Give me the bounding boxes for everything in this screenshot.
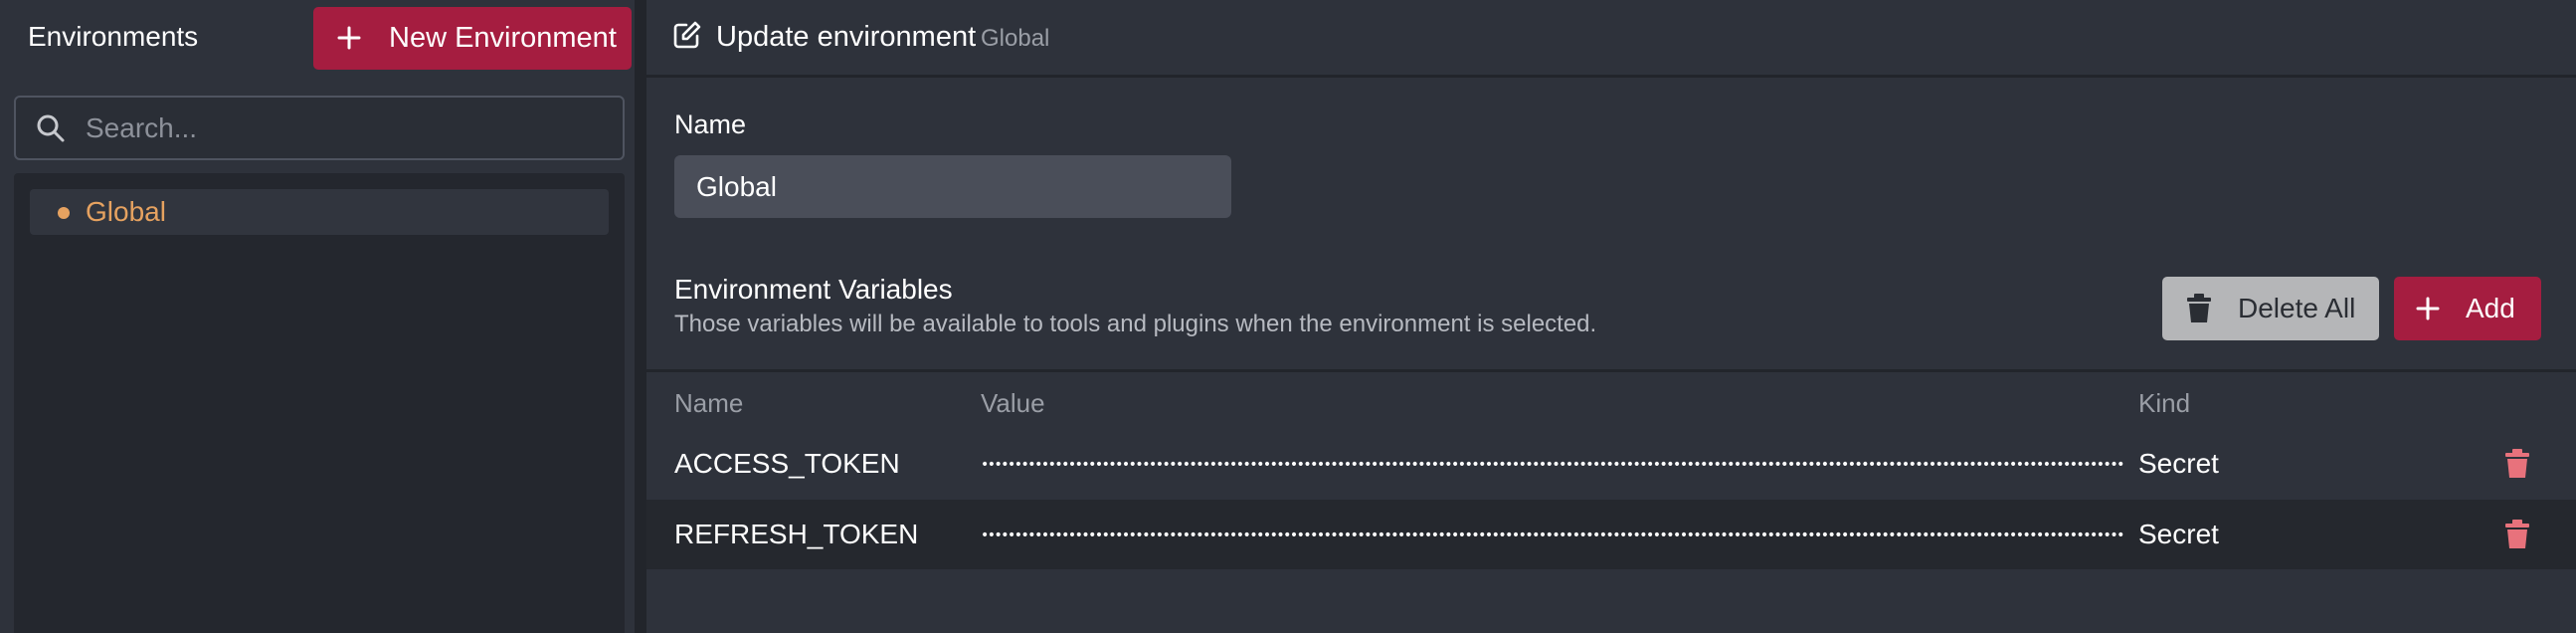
variable-name: ACCESS_TOKEN (674, 448, 900, 479)
main-header: Update environment Global (646, 0, 2576, 78)
variable-value-masked[interactable]: ••••••••••••••••••••••••••••••••••••••••… (981, 522, 2124, 549)
environment-item-label: Global (86, 196, 166, 227)
search-input[interactable] (86, 107, 603, 149)
page-subtitle: Global (981, 25, 1050, 52)
search-icon (37, 114, 65, 142)
variables-description: Those variables will be available to too… (674, 311, 1597, 337)
sidebar-title: Environments (28, 21, 199, 52)
column-header-value: Value (981, 388, 1045, 418)
delete-row-trash-icon[interactable] (2504, 449, 2530, 479)
column-header-name: Name (674, 388, 744, 418)
sidebar: Environments New Environment Global (0, 0, 635, 633)
table-header: Name Value Kind (646, 369, 2576, 429)
plus-icon (337, 26, 361, 50)
new-environment-button[interactable]: New Environment (313, 7, 632, 70)
variable-value-masked[interactable]: ••••••••••••••••••••••••••••••••••••••••… (981, 451, 2124, 479)
delete-all-label: Delete All (2238, 293, 2356, 323)
name-label: Name (674, 109, 747, 139)
table-row[interactable]: ACCESS_TOKEN •••••••••••••••••••••••••••… (646, 429, 2576, 499)
trash-icon (2187, 294, 2211, 322)
variable-name: REFRESH_TOKEN (674, 519, 919, 549)
page-title: Update environment (716, 21, 977, 53)
variables-title: Environment Variables (674, 274, 953, 305)
app-window: Environments New Environment Global (0, 0, 2576, 633)
add-variable-label: Add (2466, 293, 2515, 323)
environment-list: Global (14, 173, 625, 633)
edit-icon (673, 21, 701, 49)
column-header-kind: Kind (2138, 388, 2191, 418)
environment-name-input[interactable] (674, 155, 1231, 218)
main-panel: Update environment Global Name Environme… (646, 0, 2576, 633)
variable-kind[interactable]: Secret (2138, 447, 2219, 481)
environment-item-global[interactable]: Global (30, 189, 609, 235)
add-variable-button[interactable]: Add (2394, 277, 2541, 340)
new-environment-label: New Environment (389, 22, 617, 54)
delete-row-trash-icon[interactable] (2504, 520, 2530, 549)
plus-icon (2416, 297, 2440, 320)
environment-color-dot (58, 207, 70, 219)
delete-all-button[interactable]: Delete All (2162, 277, 2379, 340)
panel-divider[interactable] (635, 0, 646, 633)
table-row[interactable]: REFRESH_TOKEN ••••••••••••••••••••••••••… (646, 500, 2576, 569)
variable-kind[interactable]: Secret (2138, 518, 2219, 551)
search-box (14, 96, 625, 160)
sidebar-header: Environments New Environment (0, 0, 635, 74)
